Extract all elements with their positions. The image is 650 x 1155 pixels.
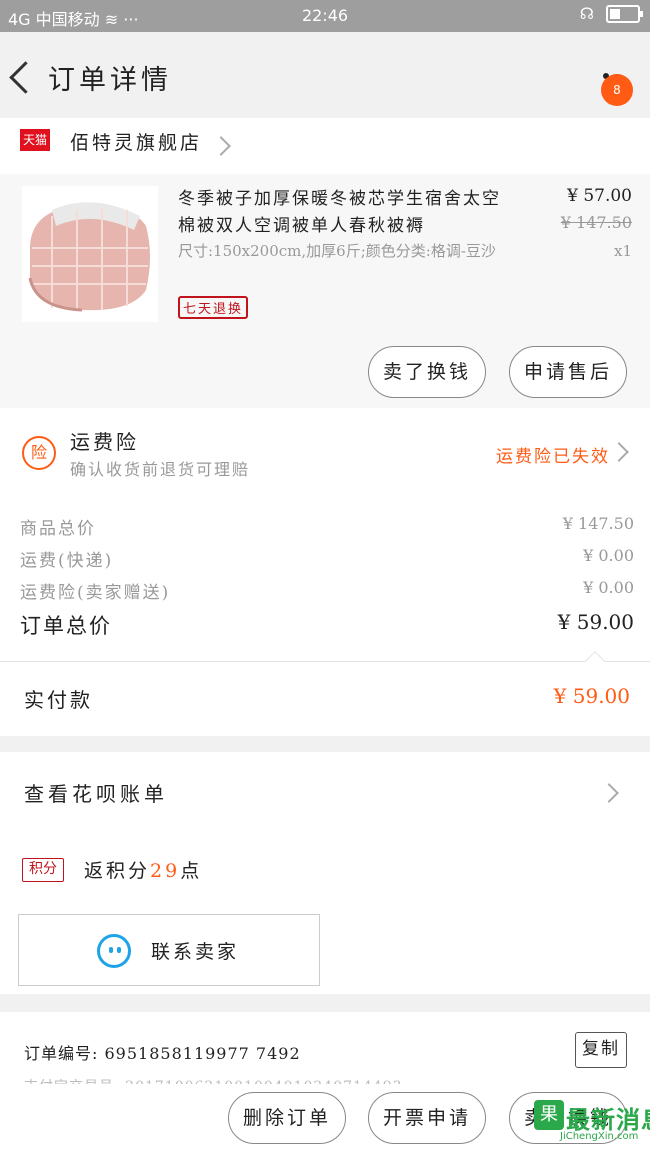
paid-value: ¥ 59.00 xyxy=(553,684,630,708)
insurance-subtitle: 确认收货前退货可理赔 xyxy=(70,460,251,479)
return-policy-badge: 七天退换 xyxy=(178,296,249,319)
product-image[interactable] xyxy=(22,186,158,322)
status-icons: ☊ xyxy=(579,4,643,23)
invoice-request-button[interactable]: 开票申请 xyxy=(368,1092,486,1144)
summary-row-shipping: 运费(快递) ¥ 0.00 xyxy=(20,546,634,571)
order-total-row: 订单总价 ¥ 59.00 xyxy=(20,610,634,638)
chat-bot-icon xyxy=(97,934,131,968)
chevron-right-icon xyxy=(609,442,629,462)
service-section: 查看花呗账单 积分 返积分29点 联系卖家 xyxy=(0,752,650,994)
contact-seller-button[interactable]: 联系卖家 xyxy=(18,914,320,986)
product-price: ¥ 57.00 xyxy=(567,186,632,206)
insurance-icon: 险 xyxy=(22,436,56,470)
order-summary-section: 险 运费险 确认收货前退货可理赔 运费险已失效 商品总价 ¥ 147.50 运费… xyxy=(0,408,650,736)
clock: 22:46 xyxy=(301,6,349,25)
tmall-logo-icon: 天猫 xyxy=(20,129,50,151)
chevron-right-icon xyxy=(211,136,231,156)
contact-seller-label: 联系卖家 xyxy=(151,941,240,963)
order-number: 订单编号: 6951858119977 7492 xyxy=(24,1044,301,1063)
shop-name: 佰特灵旗舰店 xyxy=(70,132,203,154)
order-info-section: 订单编号: 6951858119977 7492 支付宝交易号: 2017100… xyxy=(0,1012,650,1095)
battery-icon xyxy=(606,4,643,23)
product-name[interactable]: 冬季被子加厚保暖冬被芯学生宿舍太空棉被双人空调被单人春秋被褥 xyxy=(178,186,508,240)
watermark-text: 最新消息 xyxy=(566,1106,650,1134)
nav-header: 订单详情 8 xyxy=(0,32,650,118)
divider xyxy=(0,661,650,662)
delete-order-button[interactable]: 删除订单 xyxy=(228,1092,346,1144)
watermark-url: JiChengXin.com xyxy=(560,1131,639,1142)
points-badge: 积分 xyxy=(22,858,64,882)
insurance-title: 运费险 xyxy=(70,430,139,454)
sell-button[interactable]: 卖了换钱 xyxy=(368,346,486,398)
product-spec: 尺寸:150x200cm,加厚6斤;颜色分类:格调-豆沙 xyxy=(178,242,496,260)
chevron-right-icon xyxy=(599,783,619,803)
original-price: ¥ 147.50 xyxy=(560,213,632,232)
caret-up-icon xyxy=(585,651,605,671)
back-button[interactable] xyxy=(8,58,38,94)
points-text: 返积分29点 xyxy=(84,860,203,882)
notification-badge: 8 xyxy=(601,74,633,106)
copy-button[interactable]: 复制 xyxy=(575,1032,627,1068)
insurance-status: 运费险已失效 xyxy=(496,447,610,467)
paid-label: 实付款 xyxy=(24,688,93,712)
watermark-logo-icon: 果 xyxy=(534,1100,564,1130)
summary-row-goods: 商品总价 ¥ 147.50 xyxy=(20,514,634,539)
summary-row-insurance: 运费险(卖家赠送) ¥ 0.00 xyxy=(20,578,634,603)
product-quantity: x1 xyxy=(613,242,632,260)
after-sale-button[interactable]: 申请售后 xyxy=(509,346,627,398)
status-bar: 4G 中国移动 ≋ ··· 22:46 ☊ xyxy=(0,0,650,32)
product-card[interactable]: 冬季被子加厚保暖冬被芯学生宿舍太空棉被双人空调被单人春秋被褥 尺寸:150x20… xyxy=(0,174,650,408)
page-title: 订单详情 xyxy=(48,65,172,96)
huabei-label: 查看花呗账单 xyxy=(24,782,168,806)
shop-row[interactable]: 天猫 佰特灵旗舰店 xyxy=(0,118,650,174)
headset-icon: ☊ xyxy=(579,4,594,23)
